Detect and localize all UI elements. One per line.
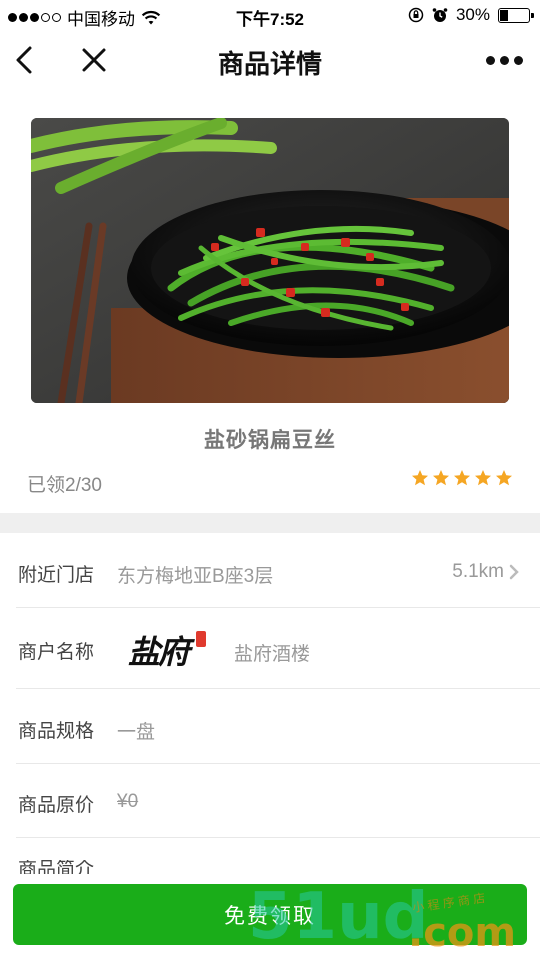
star-icon <box>433 470 449 486</box>
spec-value: 一盘 <box>117 722 156 743</box>
star-icon <box>496 470 512 486</box>
merchant-label: 商户名称 <box>18 642 95 663</box>
page-title: 商品详情 <box>217 49 322 79</box>
price-row: 商品原价 ¥0 <box>16 764 540 838</box>
star-icon <box>412 470 428 486</box>
price-label: 商品原价 <box>18 795 95 816</box>
star-icon <box>475 470 491 486</box>
claim-button-label: 免费领取 <box>224 904 316 928</box>
product-image <box>31 118 509 403</box>
spec-row: 商品规格 一盘 <box>16 689 540 764</box>
more-icon[interactable] <box>484 50 524 70</box>
merchant-row: 商户名称 盐府 盐府酒楼 <box>16 608 540 689</box>
status-right: 30% <box>408 5 534 25</box>
claimed-count: 已领2/30 <box>27 475 102 496</box>
store-row[interactable]: 附近门店 东方梅地亚B座3层 5.1km <box>16 533 540 608</box>
store-value: 东方梅地亚B座3层 <box>117 566 274 587</box>
store-distance-wrap: 5.1km <box>452 561 520 583</box>
product-name: 盐砂锅扁豆丝 <box>204 429 336 452</box>
orientation-lock-icon <box>408 7 424 23</box>
spec-label: 商品规格 <box>18 721 95 742</box>
section-divider <box>0 513 540 533</box>
intro-label: 商品简介 <box>18 860 95 874</box>
star-rating <box>411 469 513 487</box>
price-value: ¥0 <box>117 791 139 812</box>
battery-icon <box>498 7 534 23</box>
star-icon <box>454 470 470 486</box>
chevron-right-icon <box>509 564 519 580</box>
seal-icon <box>196 631 206 647</box>
nav-bar: 商品详情 <box>0 30 540 92</box>
merchant-logo-text: 盐府 <box>128 633 190 671</box>
merchant-logo: 盐府 <box>128 627 210 671</box>
claim-button[interactable]: 免费领取 <box>13 884 527 945</box>
battery-percent: 30% <box>455 5 490 24</box>
alarm-icon <box>432 8 448 22</box>
merchant-name: 盐府酒楼 <box>234 644 311 665</box>
status-bar: 中国移动 下午7:52 30% <box>0 0 540 30</box>
store-label: 附近门店 <box>18 565 95 586</box>
store-distance: 5.1km <box>452 561 504 582</box>
